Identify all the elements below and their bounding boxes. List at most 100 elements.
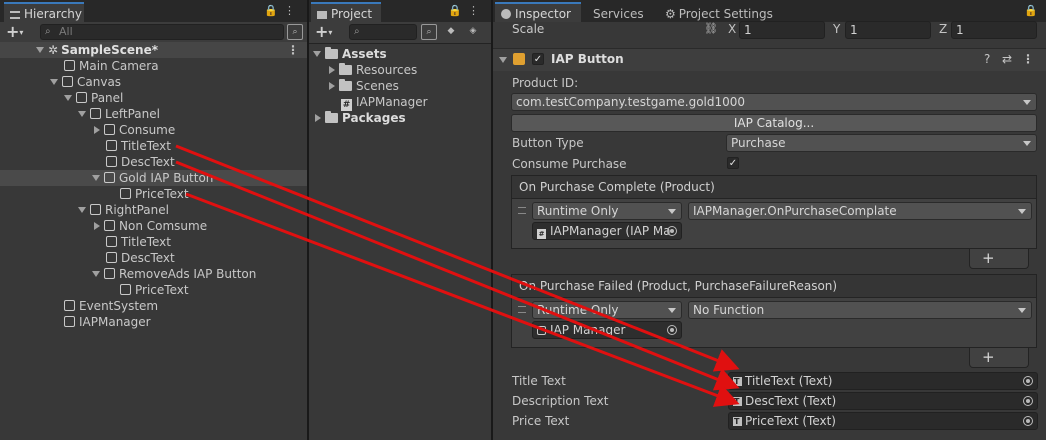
- list-icon: [10, 11, 20, 19]
- lock-icon[interactable]: 🔒: [1024, 4, 1044, 17]
- fold-arrow-icon[interactable]: [92, 271, 100, 277]
- component-menu-icon[interactable]: ⋮: [1022, 52, 1034, 66]
- scene-row[interactable]: ✲ SampleScene* ⋮: [0, 42, 307, 58]
- object-picker-icon[interactable]: [1023, 376, 1033, 386]
- hierarchy-item[interactable]: Consume: [0, 122, 307, 138]
- scale-y-label[interactable]: Y: [833, 22, 840, 36]
- hierarchy-item[interactable]: RemoveAds IAP Button: [0, 266, 307, 282]
- hierarchy-item[interactable]: EventSystem: [0, 298, 307, 314]
- fold-arrow-icon[interactable]: [92, 175, 100, 181]
- item-label: TitleText: [121, 235, 171, 249]
- object-picker-icon[interactable]: [667, 325, 677, 335]
- hierarchy-item[interactable]: TitleText: [0, 234, 307, 250]
- tab-project-settings[interactable]: ⚙ Project Settings: [659, 2, 779, 22]
- hierarchy-item[interactable]: PriceText: [0, 186, 307, 202]
- drag-handle-icon[interactable]: [518, 207, 526, 214]
- lock-icon[interactable]: 🔒: [448, 4, 468, 17]
- project-item[interactable]: Resources: [309, 62, 491, 78]
- event-add-remove-buttons[interactable]: +−: [969, 348, 1029, 384]
- object-picker-icon[interactable]: [1023, 396, 1033, 406]
- hierarchy-item[interactable]: Panel: [0, 90, 307, 106]
- gameobject-icon: [104, 172, 115, 183]
- function-dropdown[interactable]: No Function: [688, 301, 1032, 319]
- drag-handle-icon[interactable]: [518, 306, 526, 313]
- kebab-menu-icon[interactable]: ⋮: [468, 4, 485, 17]
- target-object-field[interactable]: IAP Manager: [532, 321, 682, 339]
- item-label: Canvas: [77, 75, 122, 89]
- project-tab-menu[interactable]: 🔒⋮: [448, 4, 485, 17]
- project-item[interactable]: # IAPManager: [309, 94, 491, 111]
- hierarchy-tab-menu[interactable]: 🔒⋮: [264, 4, 301, 17]
- scale-z-field[interactable]: 1: [951, 21, 1037, 39]
- event-add-remove-buttons[interactable]: +−: [969, 249, 1029, 285]
- project-search[interactable]: ⌕: [349, 24, 417, 40]
- fold-arrow-icon[interactable]: [50, 79, 58, 85]
- fold-arrow-icon[interactable]: [329, 66, 335, 74]
- tab-services[interactable]: Services: [587, 2, 650, 22]
- add-object-button[interactable]: +▾: [6, 23, 23, 42]
- filter-icon[interactable]: ◆: [443, 24, 459, 40]
- target-object-field[interactable]: # IAPManager (IAP Ma: [532, 222, 682, 240]
- object-picker-icon[interactable]: [1023, 416, 1033, 426]
- scale-x-field[interactable]: 1: [739, 21, 825, 39]
- hierarchy-item[interactable]: IAPManager: [0, 314, 307, 330]
- fold-arrow-icon[interactable]: [94, 222, 100, 230]
- scene-menu-icon[interactable]: ⋮: [287, 42, 299, 58]
- button-type-dropdown[interactable]: Purchase: [726, 134, 1037, 152]
- project-item[interactable]: Assets: [309, 46, 491, 62]
- function-dropdown[interactable]: IAPManager.OnPurchaseComplate: [688, 202, 1032, 220]
- inspector-tab-menu[interactable]: 🔒: [1024, 4, 1044, 17]
- fold-arrow-icon[interactable]: [78, 207, 86, 213]
- product-id-dropdown[interactable]: com.testCompany.testgame.gold1000: [511, 93, 1037, 111]
- scale-x-label[interactable]: X: [728, 22, 736, 36]
- object-picker-icon[interactable]: [667, 226, 677, 236]
- hierarchy-item[interactable]: LeftPanel: [0, 106, 307, 122]
- price-text-field[interactable]: PriceText (Text): [728, 412, 1038, 430]
- hierarchy-item-selected[interactable]: Gold IAP Button: [0, 170, 307, 186]
- scale-z-label[interactable]: Z: [939, 22, 947, 36]
- help-icon[interactable]: ?: [984, 52, 990, 66]
- project-item[interactable]: Scenes: [309, 78, 491, 94]
- runtime-mode-dropdown[interactable]: Runtime Only: [532, 202, 682, 220]
- runtime-mode-dropdown[interactable]: Runtime Only: [532, 301, 682, 319]
- hierarchy-item[interactable]: TitleText: [0, 138, 307, 154]
- description-text-value: DescText (Text): [745, 394, 837, 408]
- hierarchy-item[interactable]: Main Camera: [0, 58, 307, 74]
- create-asset-button[interactable]: +▾: [315, 23, 332, 42]
- hierarchy-item[interactable]: DescText: [0, 154, 307, 170]
- description-text-field[interactable]: DescText (Text): [728, 392, 1038, 410]
- fold-arrow-icon[interactable]: [36, 47, 44, 53]
- preset-icon[interactable]: ⇄: [1002, 52, 1012, 66]
- fold-arrow-icon[interactable]: [499, 57, 507, 63]
- fold-arrow-icon[interactable]: [329, 82, 335, 90]
- fold-arrow-icon[interactable]: [94, 126, 100, 134]
- label-icon[interactable]: ◈: [465, 24, 481, 40]
- link-scale-icon[interactable]: ⛓: [704, 22, 718, 35]
- lock-icon[interactable]: 🔒: [264, 4, 284, 17]
- fold-arrow-icon[interactable]: [78, 111, 86, 117]
- tab-inspector[interactable]: Inspector: [495, 2, 581, 22]
- fold-arrow-icon[interactable]: [315, 114, 321, 122]
- project-item[interactable]: Packages: [309, 110, 491, 126]
- search-options-icon[interactable]: ⌕: [287, 24, 303, 40]
- scale-y-field[interactable]: 1: [845, 21, 931, 39]
- gameobject-icon: [64, 316, 75, 327]
- consume-purchase-checkbox[interactable]: ✓: [727, 157, 739, 169]
- hierarchy-item[interactable]: Canvas: [0, 74, 307, 90]
- component-enabled-checkbox[interactable]: ✓: [532, 53, 544, 65]
- hierarchy-item[interactable]: DescText: [0, 250, 307, 266]
- hierarchy-item[interactable]: Non Comsume: [0, 218, 307, 234]
- search-by-type-icon[interactable]: ⌕: [421, 24, 437, 40]
- iap-catalog-button[interactable]: IAP Catalog...: [511, 114, 1037, 132]
- kebab-menu-icon[interactable]: ⋮: [284, 4, 301, 17]
- component-header[interactable]: ✓ IAP Button ? ⇄ ⋮: [493, 48, 1046, 71]
- hierarchy-item[interactable]: PriceText: [0, 282, 307, 298]
- tab-project[interactable]: Project: [311, 2, 381, 22]
- title-text-field[interactable]: TitleText (Text): [728, 372, 1038, 390]
- fold-arrow-icon[interactable]: [64, 95, 72, 101]
- fold-arrow-icon[interactable]: [313, 51, 321, 57]
- tab-hierarchy[interactable]: Hierarchy: [4, 2, 84, 22]
- gameobject-icon: [64, 60, 75, 71]
- hierarchy-item[interactable]: RightPanel: [0, 202, 307, 218]
- hierarchy-search[interactable]: ⌕ All: [40, 24, 284, 40]
